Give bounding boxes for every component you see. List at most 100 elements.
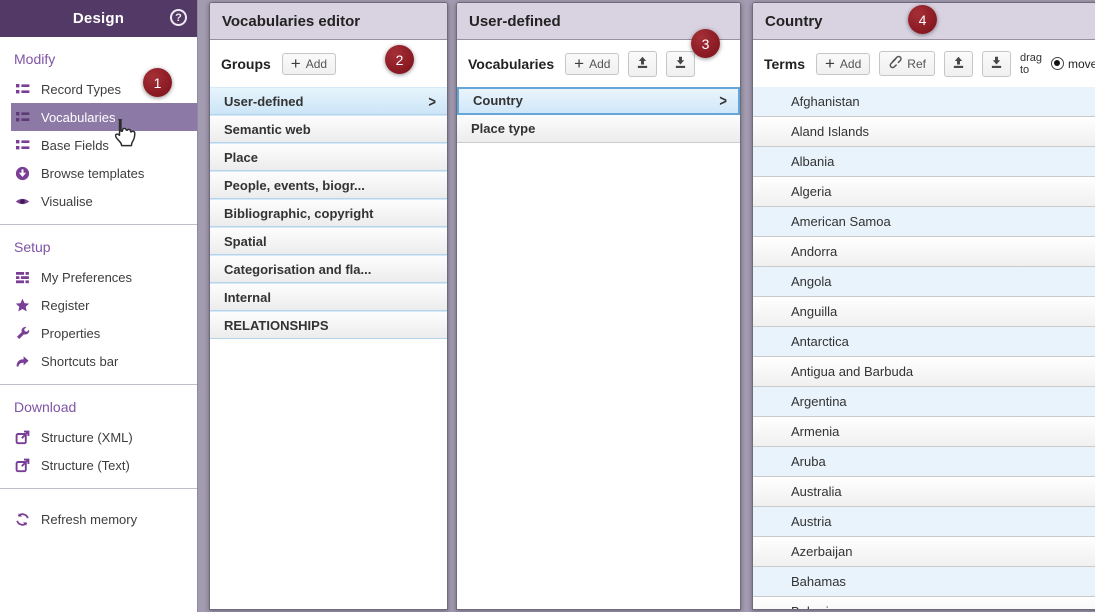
sidebar-item-properties[interactable]: Properties — [0, 319, 197, 347]
sidebar-item-structure-xml[interactable]: Structure (XML) — [0, 423, 197, 451]
term-row[interactable]: Argentina — [753, 387, 1095, 417]
sidebar-item-visualise[interactable]: Visualise — [0, 187, 197, 215]
add-button-label: Add — [589, 57, 610, 71]
terms-label: Terms — [764, 56, 805, 72]
external-link-icon — [15, 458, 30, 473]
sidebar-item-structure-text[interactable]: Structure (Text) — [0, 451, 197, 479]
ref-term-button[interactable]: Ref — [879, 51, 935, 76]
term-row[interactable]: Algeria — [753, 177, 1095, 207]
ref-button-label: Ref — [907, 57, 926, 71]
group-row[interactable]: Internal > — [210, 283, 447, 311]
sidebar-item-vocabularies[interactable]: Vocabularies — [11, 103, 197, 131]
term-row[interactable]: Andorra — [753, 237, 1095, 267]
download-circle-icon — [15, 166, 30, 181]
sidebar-item-base-fields[interactable]: Base Fields — [0, 131, 197, 159]
curved-arrow-icon — [15, 354, 30, 369]
user-defined-panel: User-defined Vocabularies + Add — [456, 2, 741, 610]
panel-title-vocabularies-editor: Vocabularies editor — [210, 3, 447, 40]
sidebar-item-label: Structure (Text) — [41, 458, 130, 473]
upload-icon — [952, 56, 965, 72]
link-icon — [888, 55, 902, 72]
term-row[interactable]: American Samoa — [753, 207, 1095, 237]
refresh-icon — [15, 512, 30, 527]
panel-title-text: Country — [765, 13, 823, 30]
vocabulary-row[interactable]: Country > — [457, 87, 740, 115]
group-row-label: Spatial — [224, 228, 267, 255]
term-row[interactable]: Aland Islands — [753, 117, 1095, 147]
term-row[interactable]: Bahrain — [753, 597, 1095, 610]
external-link-icon — [15, 430, 30, 445]
group-row[interactable]: Place > — [210, 143, 447, 171]
term-row[interactable]: Australia — [753, 477, 1095, 507]
drag-move-radio[interactable]: move — [1051, 57, 1095, 71]
section-label-setup: Setup — [0, 237, 197, 263]
term-row[interactable]: Azerbaijan — [753, 537, 1095, 567]
step-badge-4: 4 — [908, 5, 937, 34]
import-terms-button[interactable] — [944, 51, 973, 77]
export-terms-button[interactable] — [982, 51, 1011, 77]
term-row[interactable]: Austria — [753, 507, 1095, 537]
radio-checked-icon[interactable] — [1051, 57, 1064, 70]
sidebar-item-register[interactable]: Register — [0, 291, 197, 319]
plus-icon: + — [825, 58, 835, 70]
group-row-label: Categorisation and fla... — [224, 256, 371, 283]
sidebar-item-my-preferences[interactable]: My Preferences — [0, 263, 197, 291]
group-row[interactable]: Bibliographic, copyright > — [210, 199, 447, 227]
vocabulary-row-label: Country — [473, 88, 523, 114]
term-row[interactable]: Anguilla — [753, 297, 1095, 327]
sidebar-footer: Refresh memory — [0, 489, 197, 549]
export-vocabulary-button[interactable] — [666, 51, 695, 77]
star-icon — [15, 298, 30, 313]
drag-to-label: drag to — [1020, 52, 1042, 76]
chevron-right-icon: > — [719, 85, 727, 116]
group-row[interactable]: Categorisation and fla... > — [210, 255, 447, 283]
list-icon — [15, 110, 30, 125]
plus-icon: + — [291, 58, 301, 70]
wrench-icon — [15, 326, 30, 341]
term-row[interactable]: Antarctica — [753, 327, 1095, 357]
sidebar-item-label: Browse templates — [41, 166, 144, 181]
group-row-label: User-defined — [224, 88, 303, 115]
sidebar-item-refresh-memory[interactable]: Refresh memory — [0, 505, 197, 533]
add-vocabulary-button[interactable]: + Add — [565, 53, 619, 75]
vocabularies-editor-panel: Vocabularies editor Groups + Add User-de… — [209, 2, 448, 610]
eye-icon — [15, 194, 30, 209]
group-row[interactable]: RELATIONSHIPS > — [210, 311, 447, 339]
term-row[interactable]: Albania — [753, 147, 1095, 177]
vocabularies-list: Country > Place type > — [457, 87, 740, 143]
term-row[interactable]: Angola — [753, 267, 1095, 297]
group-row[interactable]: Semantic web > — [210, 115, 447, 143]
sidebar-item-label: Structure (XML) — [41, 430, 133, 445]
group-row-label: People, events, biogr... — [224, 172, 365, 199]
sidebar-title: Design — [73, 10, 124, 27]
sidebar-item-shortcuts-bar[interactable]: Shortcuts bar — [0, 347, 197, 375]
sidebar-item-label: Refresh memory — [41, 512, 137, 527]
add-button-label: Add — [840, 57, 861, 71]
sidebar-item-browse-templates[interactable]: Browse templates — [0, 159, 197, 187]
vocabularies-label: Vocabularies — [468, 56, 554, 72]
sidebar-item-label: Vocabularies — [41, 110, 115, 125]
group-row-label: Internal — [224, 284, 271, 311]
group-row[interactable]: People, events, biogr... > — [210, 171, 447, 199]
group-row[interactable]: User-defined > — [210, 87, 447, 115]
plus-icon: + — [574, 58, 584, 70]
terms-toolbar: Terms + Add Ref drag to — [753, 40, 1095, 87]
term-row[interactable]: Aruba — [753, 447, 1095, 477]
import-vocabulary-button[interactable] — [628, 51, 657, 77]
add-button-label: Add — [306, 57, 327, 71]
add-group-button[interactable]: + Add — [282, 53, 336, 75]
group-row[interactable]: Spatial > — [210, 227, 447, 255]
add-term-button[interactable]: + Add — [816, 53, 870, 75]
move-radio-label: move — [1068, 57, 1095, 71]
vocabulary-row-label: Place type — [471, 116, 535, 142]
term-row[interactable]: Armenia — [753, 417, 1095, 447]
help-icon[interactable]: ? — [170, 9, 187, 26]
term-row[interactable]: Afghanistan — [753, 87, 1095, 117]
sidebar-section-download: Download Structure (XML) Structure (Text… — [0, 385, 197, 489]
term-row[interactable]: Antigua and Barbuda — [753, 357, 1095, 387]
vocabulary-row[interactable]: Place type > — [457, 115, 740, 143]
sidebar-item-label: Base Fields — [41, 138, 109, 153]
term-row[interactable]: Bahamas — [753, 567, 1095, 597]
group-row-label: Place — [224, 144, 258, 171]
country-terms-panel: Country Terms + Add Ref — [752, 2, 1095, 610]
